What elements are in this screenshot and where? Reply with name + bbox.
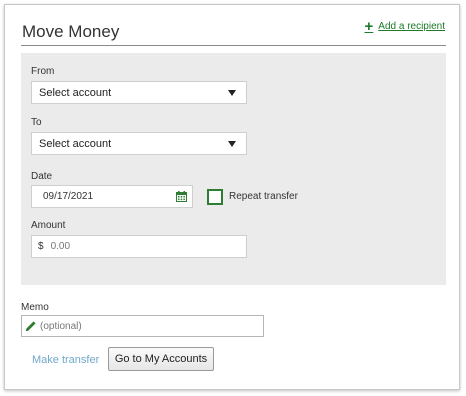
memo-input[interactable]: (optional) <box>21 315 264 337</box>
add-recipient-label: Add a recipient <box>378 21 445 32</box>
add-recipient-link[interactable]: + Add a recipient <box>364 17 445 35</box>
make-transfer-button[interactable]: Make transfer <box>32 354 99 366</box>
amount-input[interactable]: $ 0.00 <box>31 235 247 258</box>
dropdown-arrow-icon <box>228 141 236 147</box>
repeat-transfer-checkbox[interactable] <box>207 189 223 205</box>
pencil-icon <box>26 321 36 331</box>
memo-placeholder: (optional) <box>40 320 82 332</box>
amount-label: Amount <box>31 220 66 231</box>
move-money-card: Move Money + Add a recipient From Select… <box>4 4 460 390</box>
title-divider <box>21 45 446 46</box>
to-account-select[interactable]: Select account <box>31 132 247 155</box>
date-label: Date <box>31 171 53 182</box>
amount-placeholder: 0.00 <box>50 241 71 252</box>
plus-icon: + <box>364 17 374 35</box>
to-label: To <box>31 117 42 128</box>
dropdown-arrow-icon <box>228 90 236 96</box>
go-to-my-accounts-button[interactable]: Go to My Accounts <box>108 347 214 371</box>
transfer-form-panel: From Select account To Select account Da… <box>21 53 446 285</box>
repeat-transfer-label: Repeat transfer <box>229 191 298 202</box>
memo-label: Memo <box>21 302 49 313</box>
from-account-value: Select account <box>39 86 112 99</box>
from-label: From <box>31 66 55 77</box>
from-account-select[interactable]: Select account <box>31 81 247 104</box>
currency-symbol: $ <box>38 241 44 252</box>
date-input[interactable]: 09/17/2021 <box>31 185 193 208</box>
page-title: Move Money <box>22 22 120 41</box>
date-value: 09/17/2021 <box>43 191 94 202</box>
to-account-value: Select account <box>39 137 112 150</box>
calendar-icon[interactable] <box>176 191 187 202</box>
